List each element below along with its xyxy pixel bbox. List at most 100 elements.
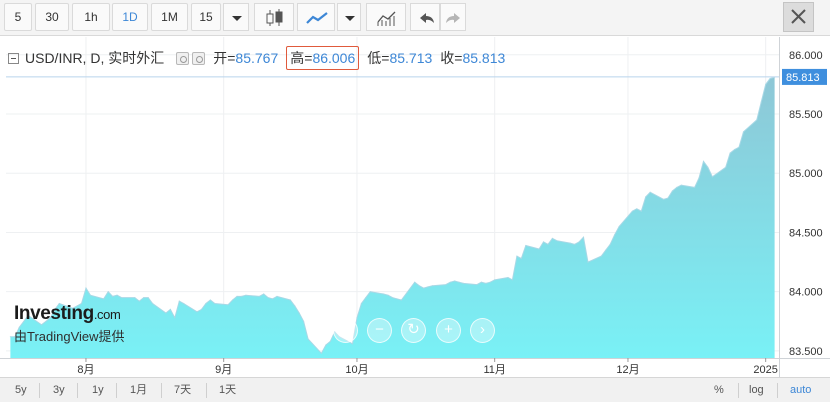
- close-button[interactable]: [783, 2, 814, 32]
- reset-chart-button[interactable]: ↻: [401, 318, 426, 343]
- data-point: [120, 297, 123, 299]
- data-point: [329, 340, 331, 342]
- data-point: [351, 343, 354, 345]
- data-point: [711, 176, 714, 178]
- data-point: [263, 293, 265, 295]
- separator: [39, 383, 40, 398]
- data-point: [738, 146, 740, 148]
- data-point: [209, 299, 211, 301]
- candle-style-button[interactable]: [254, 3, 294, 31]
- separator: [738, 383, 739, 398]
- candlestick-icon: [266, 9, 283, 26]
- data-point: [414, 281, 416, 283]
- data-point: [516, 255, 518, 257]
- zoom-out-button[interactable]: −: [367, 318, 392, 343]
- x-tick-label: 10月: [345, 364, 368, 376]
- undo-icon: [420, 13, 434, 23]
- data-point: [458, 281, 460, 283]
- chevron-down-icon: [232, 16, 242, 21]
- scroll-right-button[interactable]: ›: [470, 318, 495, 343]
- data-point: [196, 311, 198, 313]
- percent-scale-toggle[interactable]: %: [714, 382, 724, 399]
- data-point: [676, 186, 678, 188]
- data-point: [387, 294, 389, 296]
- y-tick-label: 84.500: [789, 227, 823, 239]
- data-point: [600, 255, 602, 257]
- indicators-button[interactable]: [366, 3, 406, 31]
- redo-icon: [446, 13, 460, 23]
- interval-15[interactable]: 15: [191, 3, 221, 31]
- settings-icon[interactable]: [192, 51, 206, 65]
- range-1d[interactable]: 1天: [219, 382, 236, 399]
- data-point: [103, 298, 105, 300]
- data-point: [272, 298, 274, 300]
- interval-5[interactable]: 5: [4, 3, 32, 31]
- interval-1h[interactable]: 1h: [72, 3, 110, 31]
- data-point: [205, 302, 207, 305]
- data-point: [396, 298, 398, 300]
- data-point: [200, 308, 203, 310]
- last-price-label: 85.813: [786, 72, 820, 84]
- interval-1d[interactable]: 1D: [112, 3, 148, 31]
- interval-dropdown[interactable]: [223, 3, 249, 31]
- area-style-button[interactable]: [297, 3, 335, 31]
- chart-legend: USD/INR, D, 实时外汇 开=85.767 高=86.006 低=85.…: [8, 44, 505, 72]
- chevron-down-icon: [345, 16, 355, 21]
- price-area: [10, 77, 775, 359]
- data-point: [649, 191, 651, 193]
- indicators-icon: [377, 11, 396, 26]
- data-point: [694, 186, 696, 188]
- investing-logo[interactable]: Investing.com: [14, 303, 125, 325]
- range-1m[interactable]: 1月: [130, 382, 147, 399]
- data-point: [556, 240, 558, 242]
- range-7d[interactable]: 7天: [174, 382, 191, 399]
- zoom-in-button[interactable]: +: [436, 318, 461, 343]
- undo-button[interactable]: [410, 3, 440, 31]
- data-point: [147, 297, 149, 299]
- data-point: [303, 320, 305, 322]
- data-point: [276, 295, 278, 297]
- x-tick-label: 11月: [483, 364, 505, 376]
- data-point: [298, 312, 300, 314]
- data-point: [236, 295, 238, 297]
- data-point: [400, 299, 402, 301]
- data-point: [174, 317, 176, 319]
- range-5y[interactable]: 5y: [15, 382, 27, 399]
- redo-button[interactable]: [440, 3, 466, 31]
- data-point: [485, 282, 487, 284]
- collapse-legend-icon[interactable]: [8, 52, 19, 64]
- range-3y[interactable]: 3y: [53, 382, 65, 399]
- data-point: [551, 237, 554, 239]
- data-point: [538, 248, 540, 250]
- data-point: [729, 152, 731, 154]
- data-point: [418, 285, 420, 287]
- separator: [116, 383, 117, 398]
- range-1y[interactable]: 1y: [92, 382, 104, 399]
- visibility-icon[interactable]: [176, 51, 190, 65]
- data-point: [605, 249, 607, 251]
- interval-30[interactable]: 30: [35, 3, 69, 31]
- data-point: [494, 279, 496, 281]
- auto-scale-toggle[interactable]: auto: [790, 382, 811, 399]
- interval-1m[interactable]: 1M: [151, 3, 188, 31]
- data-point: [369, 291, 371, 293]
- chart-type-dropdown[interactable]: [337, 3, 361, 31]
- scroll-left-button[interactable]: ‹: [333, 318, 358, 343]
- tradingview-credit[interactable]: 由TradingView提供: [14, 326, 125, 345]
- data-point: [138, 300, 140, 302]
- separator: [777, 383, 778, 398]
- data-point: [320, 352, 322, 354]
- data-point: [587, 261, 589, 263]
- data-point: [289, 299, 291, 301]
- close-value: 收=85.813: [440, 50, 506, 66]
- log-scale-toggle[interactable]: log: [749, 382, 764, 399]
- x-tick-label: 9月: [215, 364, 232, 376]
- low-value: 低=85.713: [367, 50, 433, 66]
- data-point: [511, 279, 513, 281]
- branding: Investing.com 由TradingView提供: [14, 303, 125, 345]
- data-point: [294, 305, 296, 307]
- data-point: [165, 312, 167, 314]
- x-tick-label: 12月: [616, 364, 639, 376]
- data-point: [756, 119, 758, 121]
- data-point: [574, 243, 576, 245]
